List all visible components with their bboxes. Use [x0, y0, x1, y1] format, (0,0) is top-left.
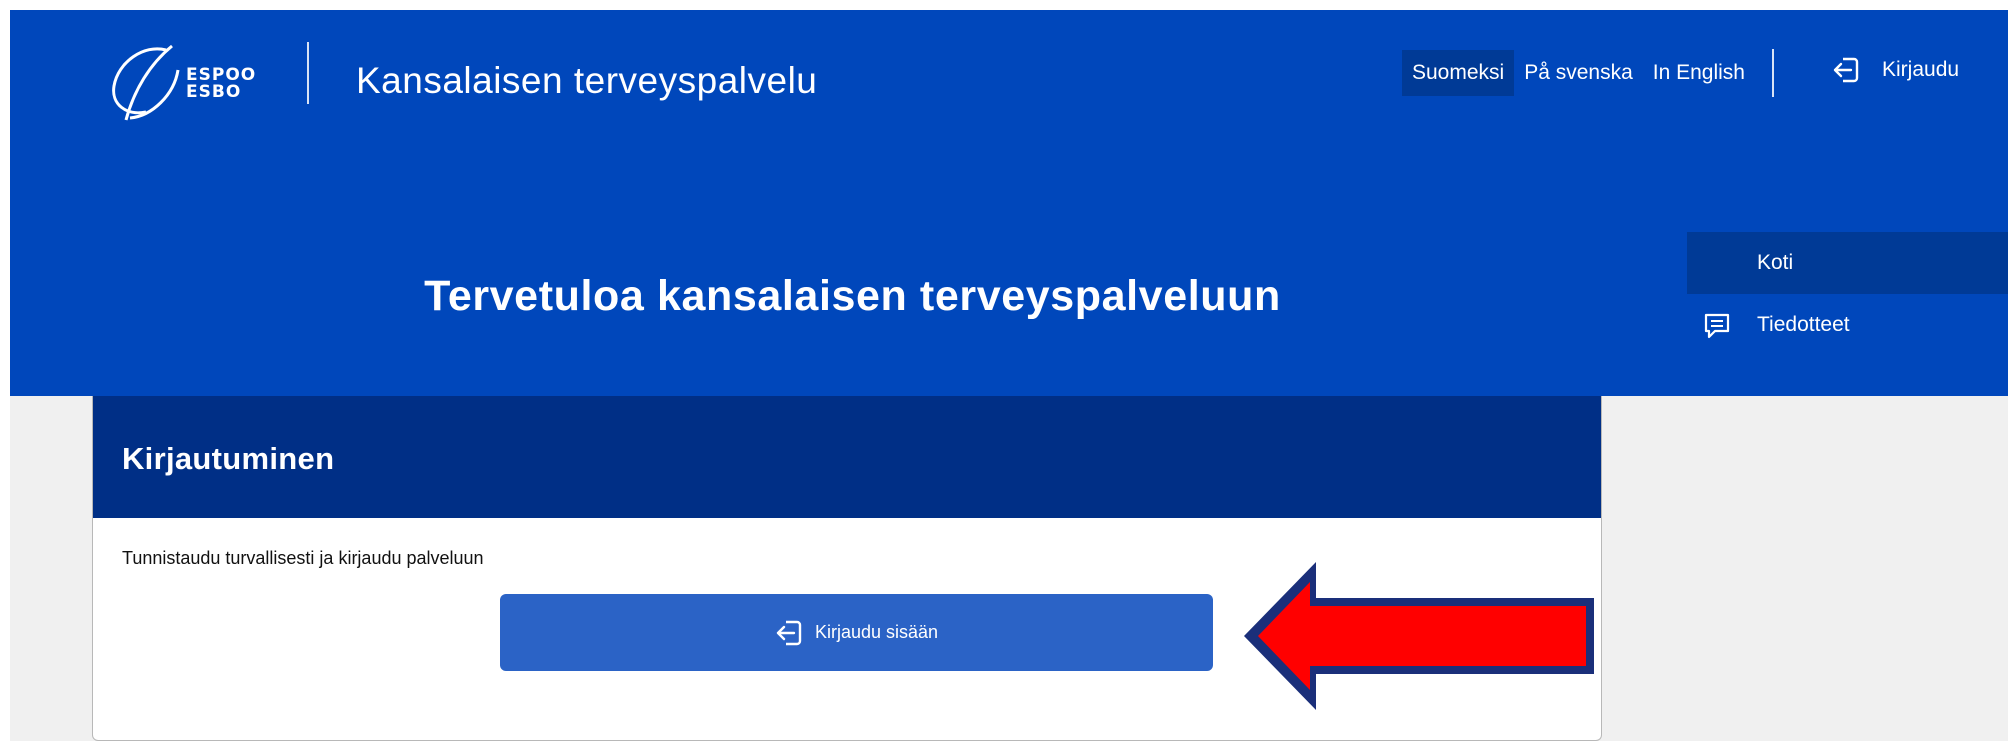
- message-icon: [1702, 311, 1732, 347]
- header-divider: [307, 42, 309, 104]
- language-divider: [1772, 49, 1774, 97]
- side-navigation: Koti Tiedotteet: [1687, 232, 2008, 356]
- red-arrow-left-icon: [1244, 562, 1594, 710]
- side-nav-item-koti[interactable]: Koti: [1687, 232, 2008, 294]
- login-card-title: Kirjautuminen: [122, 441, 335, 476]
- welcome-heading: Tervetuloa kansalaisen terveyspalveluun: [424, 272, 1281, 320]
- login-icon: [1833, 57, 1859, 83]
- side-nav-item-tiedotteet[interactable]: Tiedotteet: [1687, 294, 2008, 356]
- lang-english[interactable]: In English: [1643, 50, 1755, 96]
- header-login-label: Kirjaudu: [1882, 58, 1960, 81]
- header-login-link[interactable]: Kirjaudu: [1832, 55, 1959, 85]
- lang-finnish[interactable]: Suomeksi: [1402, 50, 1515, 96]
- login-button[interactable]: Kirjaudu sisään: [500, 594, 1213, 671]
- lang-swedish[interactable]: På svenska: [1514, 50, 1643, 96]
- header-band: ESPOO ESBO Kansalaisen terveyspalvelu Su…: [10, 10, 2008, 396]
- site-title: Kansalaisen terveyspalvelu: [356, 60, 818, 101]
- login-card-header: Kirjautuminen: [93, 396, 1601, 518]
- side-nav-label: Tiedotteet: [1757, 313, 1850, 336]
- login-button-label: Kirjaudu sisään: [814, 622, 939, 642]
- page: ESPOO ESBO Kansalaisen terveyspalvelu Su…: [10, 10, 2008, 741]
- espoo-logo[interactable]: ESPOO ESBO: [104, 40, 264, 126]
- logo-line-esbo: ESBO: [186, 82, 242, 102]
- side-nav-label: Koti: [1757, 251, 1794, 274]
- espoo-logo-icon: [112, 44, 180, 121]
- login-card-description: Tunnistaudu turvallisesti ja kirjaudu pa…: [122, 548, 484, 568]
- logo-text: ESPOO ESBO: [186, 67, 256, 101]
- language-switcher: Suomeksi På svenska In English: [1402, 50, 1755, 96]
- login-icon: [776, 620, 802, 645]
